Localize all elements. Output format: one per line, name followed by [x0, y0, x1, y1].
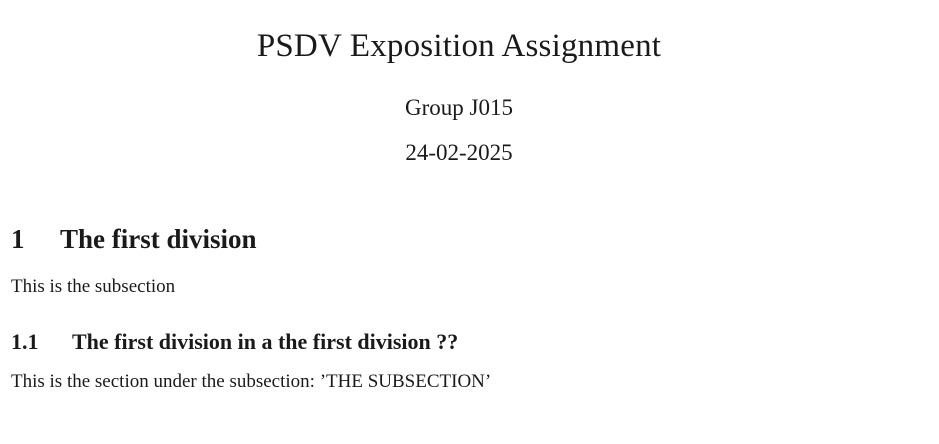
subsection-heading: 1.1 The first division in a the first div… — [11, 329, 458, 355]
section-number: 1 — [11, 224, 25, 254]
document-author: Group J015 — [405, 95, 513, 120]
section-title: The first division — [60, 224, 257, 254]
document-date: 24-02-2025 — [405, 140, 513, 165]
section-paragraph: This is the subsection — [11, 276, 176, 297]
subsection-paragraph: This is the section under the subsection… — [11, 371, 492, 392]
document-page: PSDV Exposition Assignment Group J015 24… — [0, 0, 939, 444]
subsection-number: 1.1 — [11, 329, 39, 354]
section-heading: 1 The first division — [11, 224, 257, 255]
subsection-title: The first division in a the first divisi… — [72, 329, 459, 354]
document-title: PSDV Exposition Assignment — [256, 28, 662, 64]
